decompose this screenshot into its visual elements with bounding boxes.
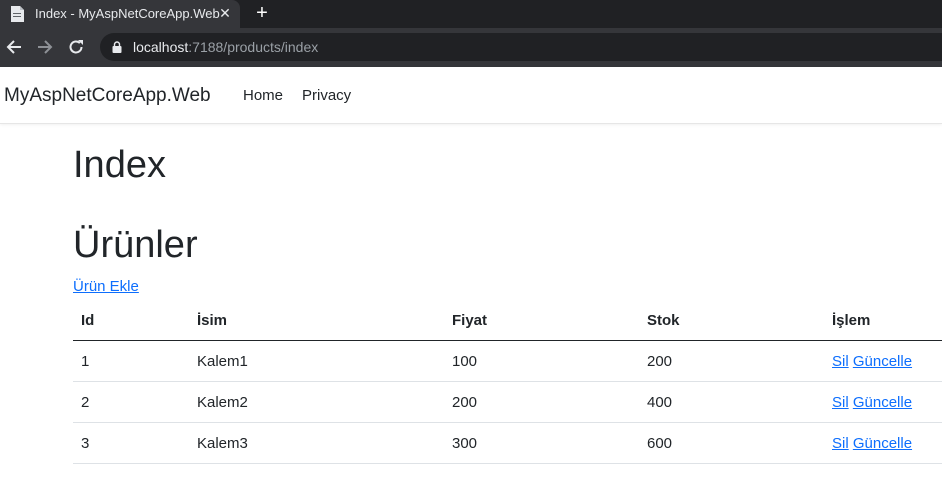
browser-tab-bar: Index - MyAspNetCoreApp.Web ✕ +: [0, 0, 942, 28]
cell-stock: 600: [639, 422, 824, 464]
cell-id: 2: [73, 381, 189, 423]
forward-icon[interactable]: [36, 38, 54, 56]
document-icon: [11, 6, 24, 22]
update-link[interactable]: Güncelle: [853, 394, 912, 411]
column-header-action: İşlem: [824, 300, 942, 341]
cell-stock: 400: [639, 381, 824, 423]
cell-price: 100: [444, 340, 639, 382]
cell-name: Kalem3: [189, 422, 444, 464]
page-title: Index: [73, 144, 166, 186]
add-product-link[interactable]: Ürün Ekle: [73, 278, 139, 295]
table-row: 2 Kalem2 200 400 Sil Güncelle: [73, 381, 942, 423]
cell-actions: Sil Güncelle: [824, 340, 942, 382]
column-header-stock: Stok: [639, 300, 824, 341]
column-header-price: Fiyat: [444, 300, 639, 341]
cell-actions: Sil Güncelle: [824, 422, 942, 464]
brand-link[interactable]: MyAspNetCoreApp.Web: [4, 85, 211, 107]
cell-id: 1: [73, 340, 189, 382]
nav-link-home[interactable]: Home: [243, 87, 283, 104]
lock-icon[interactable]: [112, 41, 122, 53]
new-tab-button[interactable]: +: [252, 3, 272, 23]
reload-icon[interactable]: [67, 38, 85, 56]
browser-tab[interactable]: Index - MyAspNetCoreApp.Web ✕: [0, 0, 240, 28]
update-link[interactable]: Güncelle: [853, 435, 912, 452]
delete-link[interactable]: Sil: [832, 353, 849, 370]
browser-toolbar: localhost:7188/products/index: [0, 28, 942, 67]
cell-name: Kalem2: [189, 381, 444, 423]
products-table: Id İsim Fiyat Stok İşlem 1 Kalem1 100 20…: [73, 300, 942, 464]
cell-id: 3: [73, 422, 189, 464]
cell-name: Kalem1: [189, 340, 444, 382]
column-header-id: Id: [73, 300, 189, 341]
products-heading: Ürünler: [73, 224, 198, 266]
address-bar[interactable]: localhost:7188/products/index: [100, 33, 942, 61]
nav-link-privacy[interactable]: Privacy: [302, 87, 351, 104]
update-link[interactable]: Güncelle: [853, 353, 912, 370]
cell-price: 300: [444, 422, 639, 464]
tab-title: Index - MyAspNetCoreApp.Web: [35, 6, 220, 21]
cell-actions: Sil Güncelle: [824, 381, 942, 423]
site-navbar: MyAspNetCoreApp.Web Home Privacy: [0, 67, 942, 124]
back-icon[interactable]: [5, 38, 23, 56]
table-header-row: Id İsim Fiyat Stok İşlem: [73, 300, 942, 341]
column-header-name: İsim: [189, 300, 444, 341]
cell-price: 200: [444, 381, 639, 423]
url-path: :7188/products/index: [188, 39, 319, 55]
delete-link[interactable]: Sil: [832, 435, 849, 452]
close-icon[interactable]: ✕: [217, 5, 233, 21]
table-row: 1 Kalem1 100 200 Sil Güncelle: [73, 340, 942, 382]
url-text: localhost:7188/products/index: [133, 39, 318, 55]
cell-stock: 200: [639, 340, 824, 382]
table-row: 3 Kalem3 300 600 Sil Güncelle: [73, 422, 942, 464]
url-host: localhost: [133, 39, 189, 55]
delete-link[interactable]: Sil: [832, 394, 849, 411]
